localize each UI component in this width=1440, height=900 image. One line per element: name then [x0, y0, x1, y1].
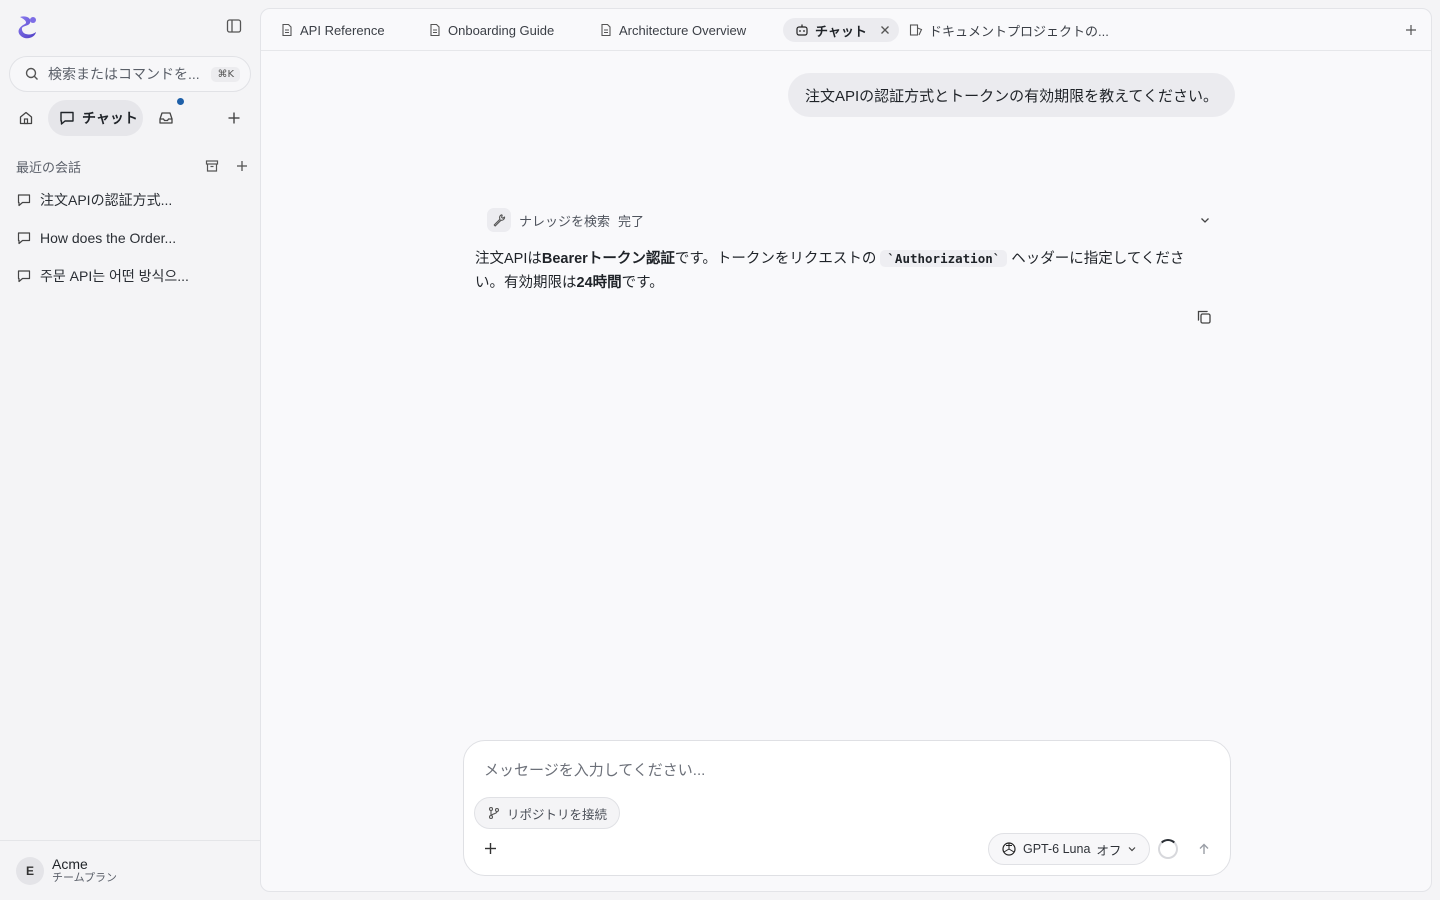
conversation-title: 注文APIの認証方式... — [40, 192, 173, 208]
archive-icon[interactable] — [202, 156, 222, 176]
user-plan: チームプラン — [52, 872, 118, 885]
search-shortcut: ⌘K — [211, 66, 240, 82]
recent-conversations-header: 最近の会話 — [16, 156, 252, 176]
user-name: Acme — [52, 856, 88, 873]
git-branch-icon — [487, 806, 501, 820]
user-message: 注文APIの認証方式とトークンの有効期限を教えてください。 — [788, 73, 1235, 117]
search-icon — [24, 66, 40, 82]
conversation-item[interactable]: 注文APIの認証方式... — [16, 188, 246, 212]
chat-bubble-icon — [16, 268, 32, 284]
search-placeholder: 検索またはコマンドを... — [48, 66, 200, 82]
answer-text: 注文APIは — [475, 251, 542, 267]
search-input[interactable]: 検索またはコマンドを... ⌘K — [9, 56, 251, 92]
home-icon[interactable] — [16, 108, 36, 128]
tab-label: Onboarding Guide — [448, 22, 555, 38]
inbox-notification-dot — [177, 98, 184, 105]
wrench-icon — [487, 208, 511, 232]
model-mode: オフ — [1096, 843, 1122, 858]
attach-plus-icon[interactable] — [482, 840, 498, 856]
chat-bubble-icon — [58, 109, 76, 127]
tab-bar: API Reference Onboarding Guide Architect… — [261, 9, 1431, 51]
sidebar-toggle-icon[interactable] — [224, 16, 244, 36]
tab-chat[interactable]: チャット — [783, 18, 899, 42]
document-icon — [428, 23, 442, 37]
document-icon — [599, 23, 613, 37]
new-conversation-icon[interactable] — [232, 156, 252, 176]
avatar: E — [16, 856, 44, 885]
tab-label: API Reference — [300, 22, 385, 38]
sidebar-nav: チャット — [12, 98, 252, 138]
loading-spinner-icon — [1158, 839, 1178, 859]
close-icon[interactable] — [879, 24, 891, 36]
nav-chat-label: チャット — [82, 110, 138, 126]
tab-label: Architecture Overview — [619, 22, 747, 38]
bot-icon — [795, 23, 809, 37]
section-title: 最近の会話 — [16, 159, 82, 175]
tab-api-reference[interactable]: API Reference — [280, 18, 385, 42]
conversation-title: How does the Order... — [40, 230, 177, 246]
inbox-icon[interactable] — [156, 108, 176, 128]
conversation-item[interactable]: 주문 API는 어떤 방식으... — [16, 264, 246, 288]
chat-bubble-icon — [16, 192, 32, 208]
sidebar: 検索またはコマンドを... ⌘K チャット 最近の会話 注文APIの認証方式..… — [0, 0, 260, 900]
tab-document-project[interactable]: ドキュメントプロジェクトの... — [909, 18, 1109, 42]
connect-repo-label: リポジトリを接続 — [507, 807, 608, 822]
tab-onboarding-guide[interactable]: Onboarding Guide — [428, 18, 554, 42]
conversation-title: 주문 API는 어떤 방식으... — [40, 268, 189, 284]
conversation-item[interactable]: How does the Order... — [16, 226, 246, 250]
chevron-down-icon[interactable] — [1197, 212, 1213, 228]
tool-label: ナレッジを検索 — [519, 213, 611, 229]
tool-call-row[interactable]: ナレッジを検索 完了 — [487, 208, 1213, 232]
document-icon — [280, 23, 294, 37]
model-selector[interactable]: GPT-6 Luna オフ — [988, 833, 1151, 865]
tab-label: ドキュメントプロジェクトの... — [929, 23, 1109, 39]
tab-architecture-overview[interactable]: Architecture Overview — [599, 18, 746, 42]
answer-text: です。トークンをリクエストの — [674, 251, 877, 267]
answer-text: です。 — [621, 275, 664, 291]
project-icon — [909, 23, 923, 37]
user-menu[interactable]: E Acme チームプラン — [0, 840, 260, 900]
message-input[interactable] — [484, 759, 1184, 781]
answer-code: `Authorization` — [880, 250, 1008, 267]
new-tab-plus-icon[interactable] — [1403, 22, 1419, 38]
tool-status: 完了 — [618, 213, 645, 229]
message-composer: リポジトリを接続 GPT-6 Luna オフ — [463, 740, 1231, 876]
copy-icon[interactable] — [1195, 308, 1213, 326]
app-logo[interactable] — [16, 14, 40, 40]
openai-icon — [1001, 841, 1017, 857]
answer-bold: Bearerトークン認証 — [541, 251, 675, 267]
main-panel: API Reference Onboarding Guide Architect… — [260, 8, 1432, 892]
tab-label: チャット — [815, 23, 867, 39]
answer-bold: 24時間 — [576, 275, 622, 291]
chevron-down-icon — [1127, 844, 1137, 854]
model-name: GPT-6 Luna — [1023, 842, 1091, 856]
connect-repo-button[interactable]: リポジトリを接続 — [474, 797, 621, 829]
chat-bubble-icon — [16, 230, 32, 246]
nav-chat-button[interactable]: チャット — [48, 100, 143, 136]
send-arrow-icon[interactable] — [1194, 839, 1214, 859]
assistant-answer: 注文APIはBearerトークン認証です。トークンをリクエストの `Authori… — [475, 247, 1213, 295]
plus-icon[interactable] — [224, 108, 244, 128]
